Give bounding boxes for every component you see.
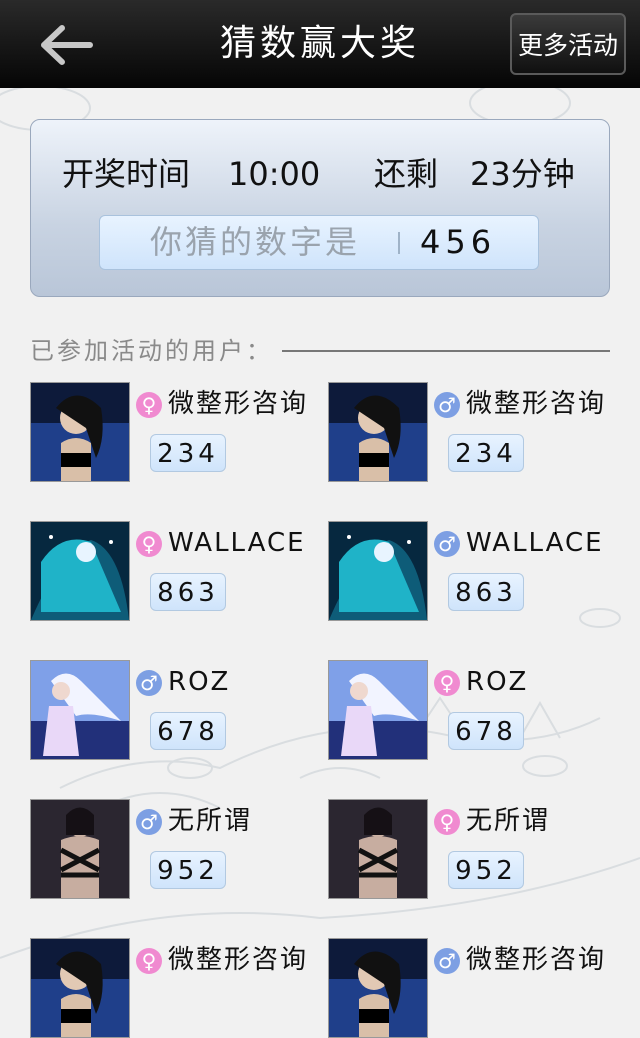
participant-name: WALLACE (466, 528, 604, 558)
male-icon: ♂ (434, 531, 460, 557)
female-icon: ♀ (136, 531, 162, 557)
participant-name: 微整形咨询 (168, 389, 309, 419)
participant-name: 微整形咨询 (168, 945, 309, 975)
avatar[interactable] (30, 382, 130, 482)
avatar[interactable] (328, 799, 428, 899)
participant-name: WALLACE (168, 528, 306, 558)
participant-guess: 234 (448, 434, 524, 472)
top-bar: 猜数赢大奖 更多活动 (0, 0, 640, 88)
participant-name: ROZ (168, 667, 231, 697)
participant-item[interactable]: ♀ 无所谓 952 (328, 799, 618, 899)
male-icon: ♂ (136, 670, 162, 696)
avatar[interactable] (328, 382, 428, 482)
avatar[interactable] (30, 660, 130, 760)
participant-guess: 678 (448, 712, 524, 750)
participant-guess: 234 (150, 434, 226, 472)
participant-guess: 952 (150, 851, 226, 889)
participant-guess: 863 (150, 573, 226, 611)
participant-item[interactable]: ♀ ROZ 678 (328, 660, 618, 760)
participant-name: 微整形咨询 (466, 945, 607, 975)
participant-name: ROZ (466, 667, 529, 697)
male-icon: ♂ (434, 948, 460, 974)
female-icon: ♀ (434, 809, 460, 835)
avatar[interactable] (328, 660, 428, 760)
my-guess-box: 你猜的数字是 456 (99, 215, 539, 270)
participant-item[interactable]: ♀ 微整形咨询 (30, 938, 320, 1038)
avatar[interactable] (30, 799, 130, 899)
avatar[interactable] (328, 521, 428, 621)
draw-time-label: 开奖时间 (62, 155, 191, 193)
female-icon: ♀ (136, 392, 162, 418)
female-icon: ♀ (136, 948, 162, 974)
my-guess-label: 你猜的数字是 (150, 223, 361, 261)
participant-item[interactable]: ♀ WALLACE 863 (30, 521, 320, 621)
participant-name: 无所谓 (466, 806, 551, 836)
participant-item[interactable]: ♂ 微整形咨询 (328, 938, 618, 1038)
my-guess-value: 456 (420, 223, 497, 261)
heading-divider (282, 350, 610, 352)
participant-item[interactable]: ♂ 微整形咨询 234 (328, 382, 618, 482)
participant-guess: 678 (150, 712, 226, 750)
more-activities-button[interactable]: 更多活动 (510, 13, 626, 75)
male-icon: ♂ (136, 809, 162, 835)
participants-heading: 已参加活动的用户： (30, 337, 273, 365)
avatar[interactable] (30, 521, 130, 621)
male-icon: ♂ (434, 392, 460, 418)
time-remaining-label: 还剩 (374, 155, 439, 193)
avatar[interactable] (328, 938, 428, 1038)
participant-item[interactable]: ♂ WALLACE 863 (328, 521, 618, 621)
participant-guess: 863 (448, 573, 524, 611)
participant-guess: 952 (448, 851, 524, 889)
draw-info-card (30, 119, 610, 297)
participant-name: 微整形咨询 (466, 389, 607, 419)
participant-item[interactable]: ♂ ROZ 678 (30, 660, 320, 760)
female-icon: ♀ (434, 670, 460, 696)
time-remaining-value: 23分钟 (470, 155, 575, 193)
guess-separator (398, 232, 400, 254)
participant-item[interactable]: ♀ 微整形咨询 234 (30, 382, 320, 482)
draw-time-value: 10:00 (228, 155, 321, 193)
participant-name: 无所谓 (168, 806, 253, 836)
avatar[interactable] (30, 938, 130, 1038)
participant-item[interactable]: ♂ 无所谓 952 (30, 799, 320, 899)
